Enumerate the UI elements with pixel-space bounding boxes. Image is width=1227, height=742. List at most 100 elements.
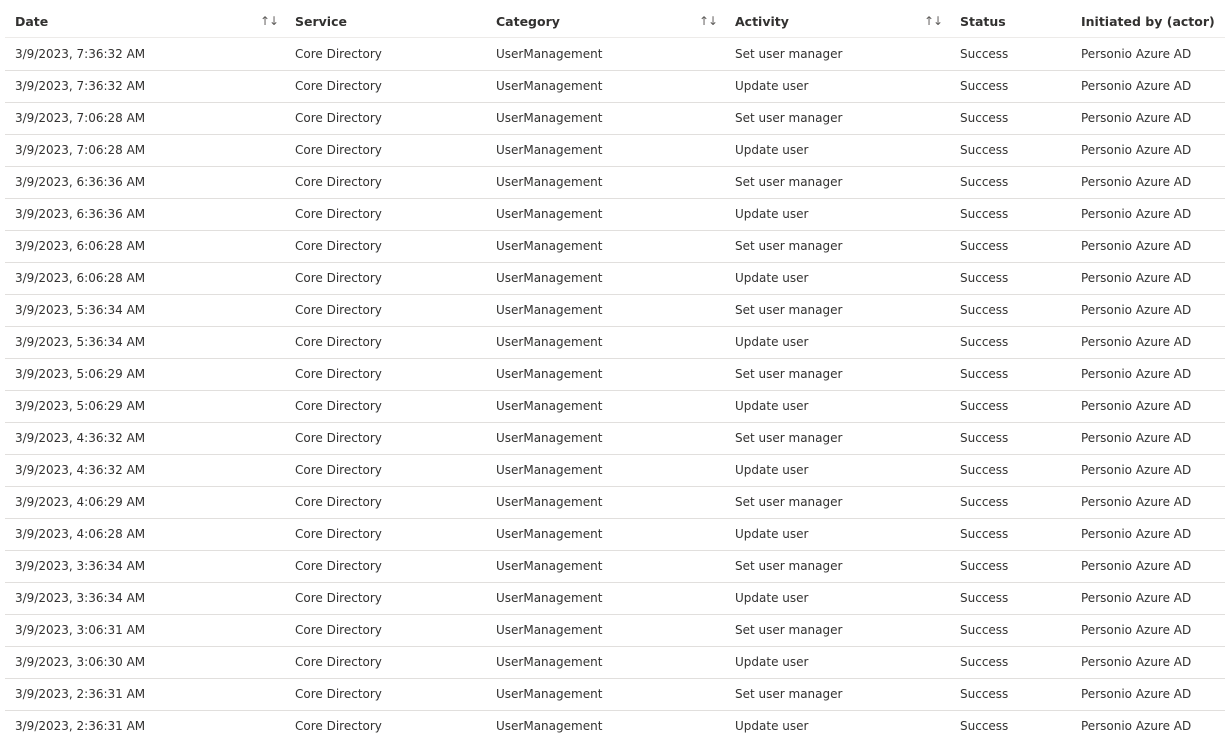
- cell-category: UserManagement: [496, 623, 603, 637]
- cell-category: UserManagement: [496, 47, 603, 61]
- sort-icon[interactable]: ↑↓: [260, 6, 279, 37]
- cell-category: UserManagement: [496, 591, 603, 605]
- table-row[interactable]: 3/9/2023, 6:36:36 AM Core Directory UserMa…: [5, 167, 1225, 199]
- cell-status: Success: [960, 207, 1009, 221]
- cell-date: 3/9/2023, 5:06:29 AM: [15, 367, 146, 381]
- cell-category: UserManagement: [496, 79, 603, 93]
- cell-service: Core Directory: [295, 271, 382, 285]
- cell-service: Core Directory: [295, 207, 382, 221]
- cell-activity: Set user manager: [735, 623, 843, 637]
- table-row[interactable]: 3/9/2023, 3:36:34 AM Core Directory UserMa…: [5, 583, 1225, 615]
- cell-activity: Set user manager: [735, 239, 843, 253]
- cell-category: UserManagement: [496, 463, 603, 477]
- cell-actor: Personio Azure AD: [1081, 655, 1192, 669]
- cell-date: 3/9/2023, 2:36:31 AM: [15, 687, 146, 701]
- column-header-category[interactable]: Category: [496, 6, 560, 37]
- cell-status: Success: [960, 719, 1009, 733]
- cell-activity: Set user manager: [735, 111, 843, 125]
- cell-status: Success: [960, 111, 1009, 125]
- sort-icon[interactable]: ↑↓: [924, 6, 943, 37]
- table-row[interactable]: 3/9/2023, 6:06:28 AM Core Directory UserMa…: [5, 231, 1225, 263]
- cell-status: Success: [960, 175, 1009, 189]
- table-row[interactable]: 3/9/2023, 7:36:32 AM Core Directory UserMa…: [5, 39, 1225, 71]
- table-row[interactable]: 3/9/2023, 7:36:32 AM Core Directory UserMa…: [5, 71, 1225, 103]
- table-row[interactable]: 3/9/2023, 5:36:34 AM Core Directory UserMa…: [5, 327, 1225, 359]
- table-row[interactable]: 3/9/2023, 7:06:28 AM Core Directory UserMa…: [5, 135, 1225, 167]
- cell-date: 3/9/2023, 7:06:28 AM: [15, 143, 146, 157]
- cell-date: 3/9/2023, 6:36:36 AM: [15, 175, 146, 189]
- cell-actor: Personio Azure AD: [1081, 47, 1192, 61]
- audit-log-grid: Date ↑↓ Service Category ↑↓ Activity ↑↓ …: [0, 0, 1227, 742]
- column-header-date[interactable]: Date: [15, 6, 48, 37]
- cell-status: Success: [960, 271, 1009, 285]
- table-row[interactable]: 3/9/2023, 3:36:34 AM Core Directory UserMa…: [5, 551, 1225, 583]
- cell-date: 3/9/2023, 2:36:31 AM: [15, 719, 146, 733]
- cell-category: UserManagement: [496, 527, 603, 541]
- table-row[interactable]: 3/9/2023, 3:06:30 AM Core Directory UserMa…: [5, 647, 1225, 679]
- cell-service: Core Directory: [295, 111, 382, 125]
- cell-category: UserManagement: [496, 687, 603, 701]
- cell-service: Core Directory: [295, 495, 382, 509]
- table-row[interactable]: 3/9/2023, 4:36:32 AM Core Directory UserMa…: [5, 423, 1225, 455]
- cell-date: 3/9/2023, 7:36:32 AM: [15, 47, 146, 61]
- cell-activity: Set user manager: [735, 431, 843, 445]
- column-header-status[interactable]: Status: [960, 6, 1006, 37]
- cell-date: 3/9/2023, 4:36:32 AM: [15, 463, 146, 477]
- cell-actor: Personio Azure AD: [1081, 719, 1192, 733]
- table-row[interactable]: 3/9/2023, 5:06:29 AM Core Directory UserMa…: [5, 391, 1225, 423]
- cell-service: Core Directory: [295, 47, 382, 61]
- table-row[interactable]: 3/9/2023, 2:36:31 AM Core Directory UserMa…: [5, 679, 1225, 711]
- table-row[interactable]: 3/9/2023, 2:36:31 AM Core Directory UserMa…: [5, 711, 1225, 742]
- cell-activity: Set user manager: [735, 175, 843, 189]
- column-header-actor[interactable]: Initiated by (actor): [1081, 6, 1215, 37]
- cell-service: Core Directory: [295, 559, 382, 573]
- cell-actor: Personio Azure AD: [1081, 367, 1192, 381]
- column-header-activity[interactable]: Activity: [735, 6, 789, 37]
- cell-date: 3/9/2023, 5:36:34 AM: [15, 303, 146, 317]
- cell-service: Core Directory: [295, 527, 382, 541]
- cell-category: UserManagement: [496, 207, 603, 221]
- cell-service: Core Directory: [295, 303, 382, 317]
- cell-status: Success: [960, 623, 1009, 637]
- sort-icon[interactable]: ↑↓: [699, 6, 718, 37]
- table-row[interactable]: 3/9/2023, 4:06:28 AM Core Directory UserMa…: [5, 519, 1225, 551]
- cell-activity: Update user: [735, 271, 809, 285]
- cell-actor: Personio Azure AD: [1081, 463, 1192, 477]
- cell-date: 3/9/2023, 3:36:34 AM: [15, 591, 146, 605]
- cell-service: Core Directory: [295, 655, 382, 669]
- cell-actor: Personio Azure AD: [1081, 175, 1192, 189]
- cell-actor: Personio Azure AD: [1081, 495, 1192, 509]
- cell-status: Success: [960, 495, 1009, 509]
- cell-date: 3/9/2023, 4:36:32 AM: [15, 431, 146, 445]
- cell-actor: Personio Azure AD: [1081, 79, 1192, 93]
- table-row[interactable]: 3/9/2023, 4:36:32 AM Core Directory UserMa…: [5, 455, 1225, 487]
- cell-category: UserManagement: [496, 399, 603, 413]
- cell-activity: Update user: [735, 463, 809, 477]
- table-row[interactable]: 3/9/2023, 3:06:31 AM Core Directory UserMa…: [5, 615, 1225, 647]
- cell-status: Success: [960, 143, 1009, 157]
- table-row[interactable]: 3/9/2023, 6:36:36 AM Core Directory UserMa…: [5, 199, 1225, 231]
- cell-date: 3/9/2023, 5:36:34 AM: [15, 335, 146, 349]
- cell-status: Success: [960, 687, 1009, 701]
- table-row[interactable]: 3/9/2023, 7:06:28 AM Core Directory UserMa…: [5, 103, 1225, 135]
- table-row[interactable]: 3/9/2023, 6:06:28 AM Core Directory UserMa…: [5, 263, 1225, 295]
- cell-service: Core Directory: [295, 591, 382, 605]
- cell-actor: Personio Azure AD: [1081, 239, 1192, 253]
- cell-actor: Personio Azure AD: [1081, 623, 1192, 637]
- table-row[interactable]: 3/9/2023, 5:36:34 AM Core Directory UserMa…: [5, 295, 1225, 327]
- cell-status: Success: [960, 335, 1009, 349]
- cell-service: Core Directory: [295, 431, 382, 445]
- cell-activity: Update user: [735, 719, 809, 733]
- cell-activity: Set user manager: [735, 495, 843, 509]
- cell-category: UserManagement: [496, 719, 603, 733]
- cell-category: UserManagement: [496, 495, 603, 509]
- table-row[interactable]: 3/9/2023, 5:06:29 AM Core Directory UserMa…: [5, 359, 1225, 391]
- table-row[interactable]: 3/9/2023, 4:06:29 AM Core Directory UserMa…: [5, 487, 1225, 519]
- cell-actor: Personio Azure AD: [1081, 143, 1192, 157]
- column-header-service[interactable]: Service: [295, 6, 347, 37]
- cell-service: Core Directory: [295, 463, 382, 477]
- cell-status: Success: [960, 655, 1009, 669]
- cell-category: UserManagement: [496, 239, 603, 253]
- cell-activity: Set user manager: [735, 303, 843, 317]
- cell-service: Core Directory: [295, 143, 382, 157]
